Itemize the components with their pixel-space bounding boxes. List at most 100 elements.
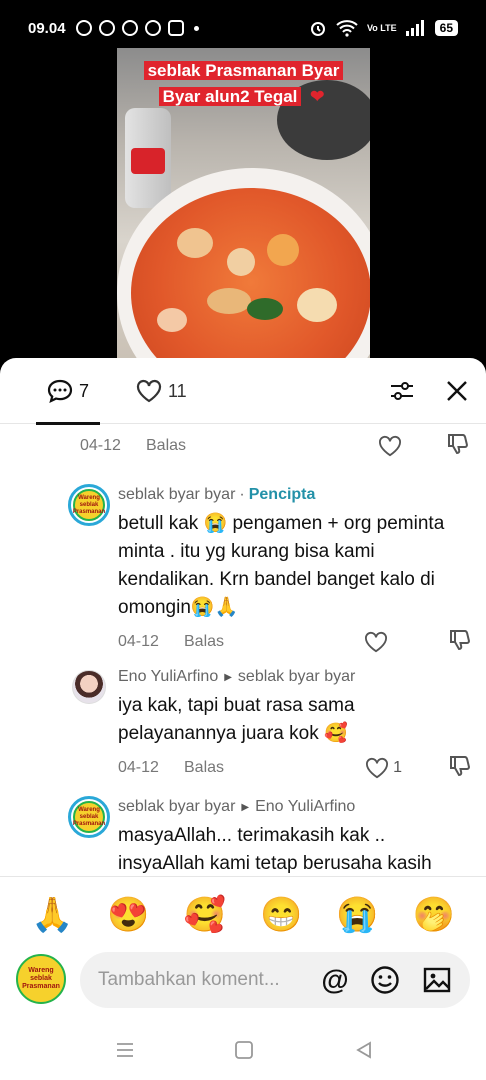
comment-header: Eno YuliArfino ▶ seblak byar byar: [118, 666, 470, 688]
reply-button[interactable]: Balas: [184, 633, 224, 651]
separator-dot: ·: [239, 486, 245, 503]
heart-icon: [136, 379, 162, 403]
food-piece: [207, 288, 251, 314]
video-caption-line2: Byar alun2 Tegal: [158, 87, 302, 106]
instagram-icon: [167, 20, 184, 36]
bottle-label: [131, 148, 165, 174]
comment-meta: 04-12 Balas: [118, 628, 472, 657]
emoji-smiling-hearts[interactable]: 🥰: [184, 895, 226, 935]
avatar[interactable]: [72, 670, 106, 704]
thumbs-down-icon: [450, 629, 470, 650]
system-navigation-bar: [0, 1022, 486, 1080]
like-button[interactable]: [364, 631, 388, 653]
comment-author[interactable]: seblak byar byar: [118, 486, 235, 504]
whatsapp-icon: [75, 20, 92, 36]
comment-text: masyaAllah... terimakasih kak .. insyaAl…: [118, 825, 432, 874]
recent-apps-icon[interactable]: [115, 1040, 135, 1060]
more-dot-icon: [193, 25, 199, 31]
facebook-icon: [98, 20, 115, 36]
comment-meta-row: 04-12 Balas: [80, 432, 486, 461]
video-caption: seblak Prasmanan Byar Byar alun2 Tegal ❤: [117, 58, 370, 110]
image-icon[interactable]: [422, 965, 452, 995]
emoji-pray[interactable]: 🙏: [31, 895, 73, 935]
clock: 09.04: [28, 19, 66, 37]
emoji-crying[interactable]: 😭: [336, 895, 378, 935]
emoji-quick-bar: 🙏 😍 🥰 😁 😭 🤭: [0, 876, 486, 952]
thumbs-down-icon: [448, 433, 468, 454]
wifi-icon: [336, 20, 358, 37]
close-icon[interactable]: [444, 378, 470, 404]
comment-input-box[interactable]: @: [80, 952, 470, 1008]
dislike-button[interactable]: [446, 432, 470, 461]
food-piece: [157, 308, 187, 332]
comment-meta: 04-12 Balas 1: [118, 754, 472, 783]
comment-body: seblak byar byar · Pencipta betull kak 😭…: [118, 484, 470, 654]
reply-button[interactable]: Balas: [184, 759, 224, 777]
food-piece: [227, 248, 255, 276]
my-avatar[interactable]: Wareng seblak Prasmanan: [16, 954, 66, 1004]
emoji-picker-icon[interactable]: [370, 965, 400, 995]
heart-outline-icon: [366, 757, 389, 779]
comment-date: 04-12: [80, 437, 121, 454]
filter-icon[interactable]: [389, 378, 415, 404]
comment-text: iya kak, tapi buat rasa sama pelayananny…: [118, 695, 355, 744]
tab-comments[interactable]: 7: [36, 358, 100, 425]
like-count: 1: [393, 759, 402, 776]
comment-icon: [47, 379, 73, 403]
tab-likes[interactable]: 11: [136, 358, 187, 424]
comment-list: 04-12 Balas Wareng seblak Prasmanan sebl…: [0, 424, 486, 874]
comment-input[interactable]: [98, 969, 308, 991]
food-piece: [177, 228, 213, 258]
comment-count: 7: [78, 380, 89, 401]
food-piece: [267, 234, 299, 266]
food-piece: [297, 288, 337, 322]
comment-date: 04-12: [118, 633, 159, 650]
battery-icon: 65: [434, 20, 458, 36]
comment-text: betull kak 😭 pengamen + org peminta mint…: [118, 513, 445, 618]
facebook-icon-3: [144, 20, 161, 36]
creator-badge: Pencipta: [248, 486, 316, 503]
like-count: 11: [168, 380, 187, 401]
comment-input-row: Wareng seblak Prasmanan @: [0, 950, 486, 1012]
comment-header: seblak byar byar ▶ Eno YuliArfino: [118, 796, 470, 818]
comment-body: Eno YuliArfino ▶ seblak byar byar iya ka…: [118, 666, 470, 780]
comment-author[interactable]: seblak byar byar: [118, 798, 235, 816]
video-thumbnail[interactable]: seblak Prasmanan Byar Byar alun2 Tegal ❤: [117, 48, 370, 368]
dislike-button[interactable]: [448, 628, 472, 657]
like-button[interactable]: 1: [365, 757, 402, 779]
alarm-icon: [310, 22, 325, 36]
comment-author[interactable]: Eno YuliArfino: [118, 668, 218, 686]
heart-emoji-icon: ❤: [310, 87, 325, 106]
heart-outline-icon: [379, 435, 401, 457]
dislike-button[interactable]: [448, 754, 472, 783]
reply-to-author[interactable]: seblak byar byar: [238, 668, 355, 686]
volte-label: Vo LTE: [366, 22, 397, 33]
emoji-grin[interactable]: 😁: [260, 895, 302, 935]
signal-icon: [405, 20, 424, 36]
notification-icons: [75, 20, 199, 36]
like-button[interactable]: [378, 435, 402, 457]
avatar-logo: Wareng seblak Prasmanan: [73, 801, 105, 833]
home-icon[interactable]: [234, 1040, 254, 1060]
reply-button[interactable]: Balas: [146, 437, 186, 455]
back-icon[interactable]: [354, 1040, 374, 1060]
emoji-hand-over-mouth[interactable]: 🤭: [413, 895, 455, 935]
reply-arrow-icon: ▶: [224, 671, 232, 683]
avatar[interactable]: Wareng seblak Prasmanan: [68, 484, 110, 526]
greens: [247, 298, 283, 320]
comment-body: seblak byar byar ▶ Eno YuliArfino masyaA…: [118, 796, 470, 874]
thumbs-down-icon: [450, 755, 470, 776]
heart-outline-icon: [365, 631, 387, 653]
avatar[interactable]: Wareng seblak Prasmanan: [68, 796, 110, 838]
system-icons: Vo LTE 65: [309, 19, 458, 37]
emoji-heart-eyes[interactable]: 😍: [107, 895, 149, 935]
comment-header: seblak byar byar · Pencipta: [118, 484, 470, 506]
sheet-header: 7 11: [0, 358, 486, 425]
reply-to-author[interactable]: Eno YuliArfino: [255, 798, 355, 816]
reply-arrow-icon: ▶: [241, 801, 250, 813]
avatar-logo: Wareng seblak Prasmanan: [73, 489, 105, 521]
video-caption-line1: seblak Prasmanan Byar: [143, 61, 344, 80]
mention-icon[interactable]: @: [320, 965, 350, 995]
comment-sheet: 7 11 04-12 Balas Wareng seblak Prasmanan…: [0, 358, 486, 1080]
comment-date: 04-12: [118, 759, 159, 776]
